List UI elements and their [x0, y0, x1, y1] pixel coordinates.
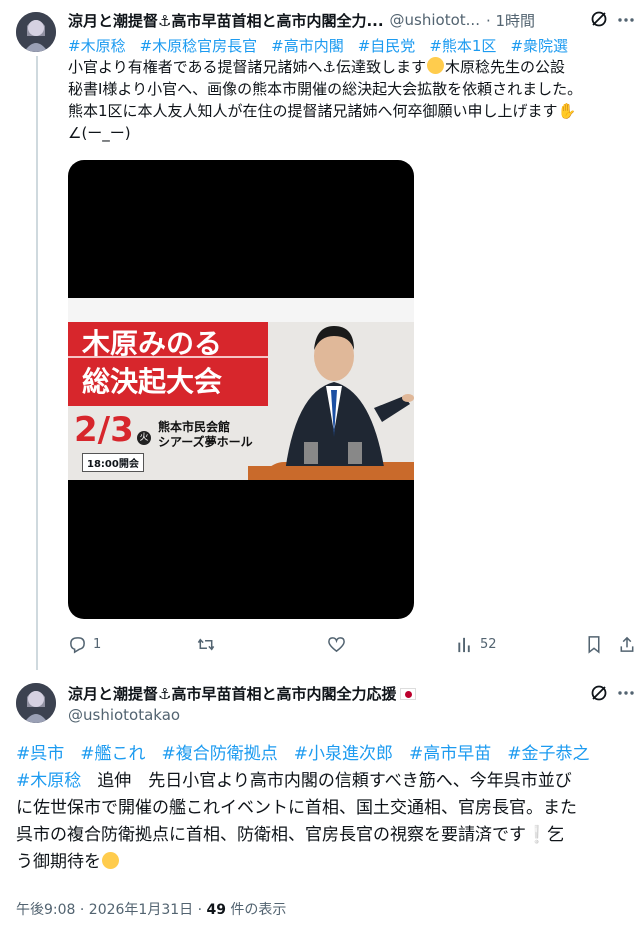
retweet-button[interactable]: [196, 635, 222, 654]
hashtag-link[interactable]: #自民党: [358, 37, 416, 55]
like-button[interactable]: [327, 635, 352, 654]
hashtag-link[interactable]: #小泉進次郎: [294, 744, 393, 764]
pray-emoji-icon: [427, 57, 444, 74]
event-weekday: 火: [137, 431, 151, 445]
reply-icon: [68, 635, 87, 654]
bookmark-icon: [586, 635, 602, 654]
pray-emoji-icon: [102, 852, 119, 869]
grok-icon[interactable]: [589, 9, 609, 29]
bookmark-button[interactable]: [586, 635, 602, 654]
open-time: 18:00開会: [82, 453, 144, 472]
like-icon: [327, 635, 346, 654]
display-name[interactable]: 涼月と潮提督⚓高市早苗首相と高市内閣全力...: [68, 10, 384, 31]
view-count: 49: [206, 902, 226, 918]
share-button[interactable]: [618, 635, 636, 654]
grok-icon[interactable]: [589, 683, 609, 703]
post-time[interactable]: · 1時間: [486, 10, 535, 31]
hashtag-link[interactable]: #高市内閣: [271, 37, 344, 55]
post-text-line: 小官より有権者である提督諸兄諸姉へ⚓伝達致します 木原稔先生の公設: [68, 57, 638, 78]
display-name[interactable]: 涼月と潮提督⚓高市早苗首相と高市内閣全力応援: [68, 683, 396, 704]
speaker-photo: [264, 326, 414, 480]
reply-button[interactable]: 1: [68, 635, 101, 654]
views-label: 件の表示: [225, 902, 287, 918]
views-button[interactable]: 52: [456, 635, 497, 654]
post-text-line: う御期待を: [16, 850, 120, 874]
hashtag-link[interactable]: #熊本1区: [429, 37, 496, 55]
event-banner: 木原みのる 総決起大会 2/3 火 熊本市民会館 シアーズ夢ホール 18:00開…: [68, 298, 414, 480]
hashtag-row: #呉市 #艦これ #複合防衛拠点 #小泉進次郎 #高市早苗 #金子恭之: [16, 742, 638, 766]
user-handle[interactable]: @ushiototakao: [68, 706, 180, 724]
view-count: 52: [480, 637, 497, 652]
hashtag-link[interactable]: #金子恭之: [507, 744, 589, 764]
post-text: う御期待を: [16, 852, 101, 872]
post-text: 木原稔先生の公設: [445, 58, 566, 76]
post-text-line: 熊本1区に本人友人知人が在住の提督諸兄諸姉へ何卒御願い申し上げます✋: [68, 101, 638, 122]
thread-line: [36, 56, 38, 670]
post-image[interactable]: 木原みのる 総決起大会 2/3 火 熊本市民会館 シアーズ夢ホール 18:00開…: [68, 160, 414, 619]
venue-line-2: シアーズ夢ホール: [158, 435, 253, 449]
retweet-icon: [196, 635, 216, 654]
hashtag-link[interactable]: #衆院選: [510, 37, 568, 55]
post-text: 小官より有権者である提督諸兄諸姉へ⚓伝達致します: [68, 58, 426, 76]
share-icon: [618, 635, 636, 654]
hashtag-row: #木原稔 #木原稔官房長官 #高市内閣 #自民党 #熊本1区 #衆院選: [68, 36, 638, 56]
hashtag-link[interactable]: #複合防衛拠点: [162, 744, 278, 764]
post-text: 呉市の複合防衛拠点に首相、防衛相、官房長官の視察を要請済です❕乞: [16, 825, 565, 845]
hashtag-link[interactable]: #高市早苗: [409, 744, 491, 764]
avatar[interactable]: [16, 12, 56, 52]
post-text: 秘書I様より小官へ、画像の熊本市開催の総決起大会拡散を依頼されました。: [68, 80, 583, 98]
post-text: 熊本1区に本人友人知人が在住の提督諸兄諸姉へ何卒御願い申し上げます: [68, 102, 558, 120]
hashtag-link[interactable]: #木原稔: [68, 37, 126, 55]
avatar[interactable]: [16, 683, 56, 723]
more-icon[interactable]: [616, 10, 636, 30]
post-meta: 午後9:08 · 2026年1月31日 · 49 件の表示: [16, 899, 286, 919]
views-icon: [456, 635, 474, 654]
reply-count: 1: [93, 637, 102, 652]
event-date: 2/3: [74, 410, 134, 450]
hashtag-link[interactable]: #艦これ: [80, 744, 145, 764]
post-text: に佐世保市で開催の艦これイベントに首相、国土交通相、官房長官。また: [16, 798, 577, 818]
hashtag-link[interactable]: #木原稔: [16, 771, 81, 791]
banner-title-1: 木原みのる: [82, 327, 223, 360]
post-text: 追伸 先日小官より高市内閣の信頼すべき筋へ、今年呉市並び: [97, 771, 572, 791]
hashtag-link[interactable]: #木原稔官房長官: [140, 37, 258, 55]
folded-hands-emoji-icon: ✋: [557, 102, 577, 120]
more-icon[interactable]: [616, 683, 636, 703]
japan-flag-icon: [400, 687, 417, 700]
hashtag-link[interactable]: #呉市: [16, 744, 64, 764]
user-handle[interactable]: @ushiotot...: [390, 11, 480, 29]
post-text: ∠(ー_ー): [68, 124, 131, 142]
post-timestamp[interactable]: 午後9:08 · 2026年1月31日 ·: [16, 902, 207, 918]
banner-title-2: 総決起大会: [82, 365, 223, 398]
post-text-line: #木原稔 追伸 先日小官より高市内閣の信頼すべき筋へ、今年呉市並び: [16, 769, 638, 793]
